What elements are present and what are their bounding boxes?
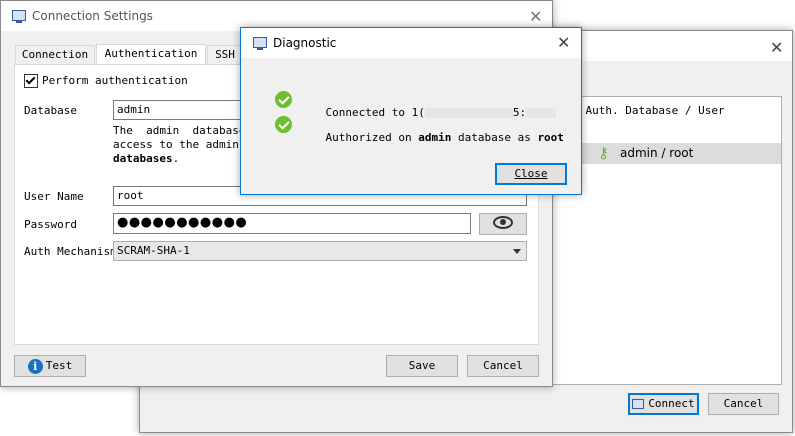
connect-button[interactable]: Connect (628, 393, 699, 415)
connection-label: admin / root (620, 146, 694, 160)
success-check-icon (275, 91, 292, 108)
tab-authentication[interactable]: Authentication (96, 44, 206, 64)
perform-auth-checkbox[interactable] (24, 74, 38, 88)
database-label: Database (24, 104, 77, 117)
database-help-line-1: The admin database (113, 124, 246, 137)
close-button[interactable]: Close (495, 163, 567, 185)
column-header: es Auth. Database / User (559, 104, 725, 117)
database-input[interactable]: admin (113, 100, 253, 120)
perform-auth-label: Perform authentication (42, 74, 188, 87)
password-mask: ●●●●●●●●●●● (117, 215, 248, 230)
app-icon (12, 10, 26, 23)
connect-icon (632, 399, 645, 409)
success-check-icon (275, 116, 292, 133)
redacted-host (424, 108, 513, 118)
password-label: Password (24, 218, 77, 231)
database-help-line-2: access to the admin da (113, 138, 259, 151)
dropdown-arrow-icon (513, 249, 521, 254)
user-name-label: User Name (24, 190, 84, 203)
save-button[interactable]: Save (386, 355, 458, 377)
close-icon[interactable]: ✕ (770, 40, 783, 56)
app-icon (253, 37, 267, 50)
eye-icon (493, 216, 513, 229)
close-icon[interactable]: ✕ (557, 35, 570, 51)
key-icon: ⚷ (598, 144, 609, 162)
authorized-status: Authorized on admin database as root (325, 131, 564, 144)
diagnostic-dialog: Diagnostic ✕ Connected to 1(5: Authorize… (240, 27, 582, 195)
checkmark-icon (25, 74, 36, 85)
database-help-line-3: databases. (113, 152, 180, 165)
close-icon[interactable]: ✕ (529, 9, 542, 25)
tab-ssh[interactable]: SSH (207, 45, 243, 64)
toggle-password-visibility-button[interactable] (479, 213, 527, 235)
dialog-title: Diagnostic (273, 36, 337, 50)
password-input[interactable]: ●●●●●●●●●●● (113, 213, 471, 234)
info-icon: i (27, 358, 43, 374)
auth-mechanism-select[interactable]: SCRAM-SHA-1 (113, 241, 527, 261)
test-button[interactable]: i Test (14, 355, 86, 377)
cancel-button[interactable]: Cancel (467, 355, 539, 377)
cancel-button[interactable]: Cancel (708, 393, 779, 415)
redacted-port (526, 108, 557, 118)
auth-mechanism-label: Auth Mechanism (24, 245, 117, 258)
window-title: Connection Settings (32, 9, 153, 23)
tab-connection[interactable]: Connection (15, 45, 95, 64)
